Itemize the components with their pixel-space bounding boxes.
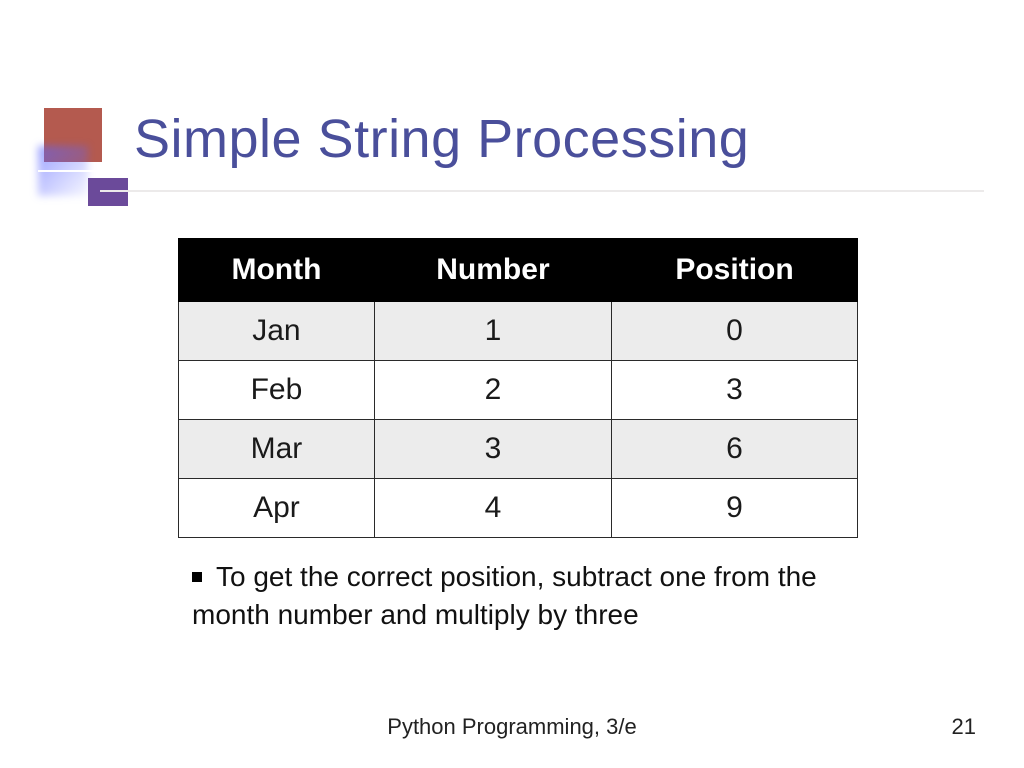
cell-number: 3 (374, 420, 611, 479)
bullet-marker-icon (192, 572, 202, 582)
bullet-point: To get the correct position, subtract on… (192, 558, 872, 634)
cell-month: Mar (179, 420, 375, 479)
table-row: Apr 4 9 (179, 479, 858, 538)
cell-number: 2 (374, 361, 611, 420)
col-position: Position (612, 239, 858, 302)
table-header-row: Month Number Position (179, 239, 858, 302)
cell-number: 1 (374, 302, 611, 361)
cell-position: 6 (612, 420, 858, 479)
footer-text: Python Programming, 3/e (0, 714, 1024, 740)
cell-position: 3 (612, 361, 858, 420)
cell-number: 4 (374, 479, 611, 538)
cell-month: Feb (179, 361, 375, 420)
page-number: 21 (952, 714, 976, 740)
month-table: Month Number Position Jan 1 0 Feb 2 3 Ma… (178, 238, 858, 538)
title-underline (100, 190, 984, 192)
cell-position: 0 (612, 302, 858, 361)
slide-title: Simple String Processing (134, 108, 984, 182)
slide-decoration (38, 108, 118, 208)
table-row: Jan 1 0 (179, 302, 858, 361)
bullet-text: To get the correct position, subtract on… (192, 561, 817, 630)
col-month: Month (179, 239, 375, 302)
col-number: Number (374, 239, 611, 302)
cell-month: Apr (179, 479, 375, 538)
cell-position: 9 (612, 479, 858, 538)
table-row: Mar 3 6 (179, 420, 858, 479)
cell-month: Jan (179, 302, 375, 361)
table-row: Feb 2 3 (179, 361, 858, 420)
